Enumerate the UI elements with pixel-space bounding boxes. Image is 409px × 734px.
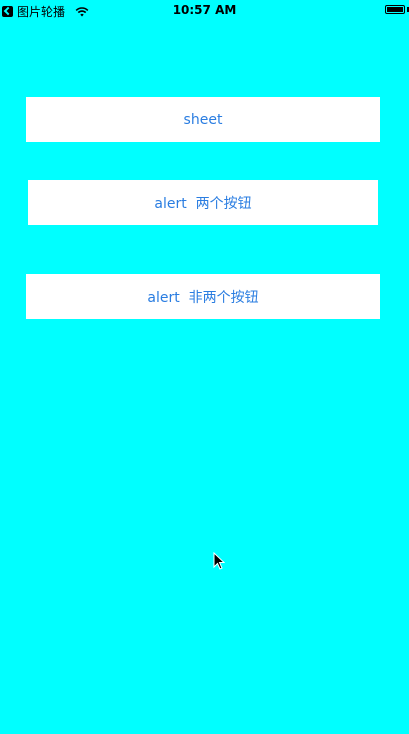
status-bar: 图片轮播 10:57 AM [0, 0, 409, 22]
alert-non-two-buttons-button[interactable]: alert 非两个按钮 [26, 274, 380, 319]
status-time: 10:57 AM [172, 3, 237, 17]
mouse-pointer-icon [213, 552, 225, 570]
alert-two-buttons-button[interactable]: alert 两个按钮 [28, 180, 378, 225]
sheet-button[interactable]: sheet [26, 97, 380, 142]
battery-icon [385, 5, 405, 14]
battery-fill [387, 7, 403, 12]
